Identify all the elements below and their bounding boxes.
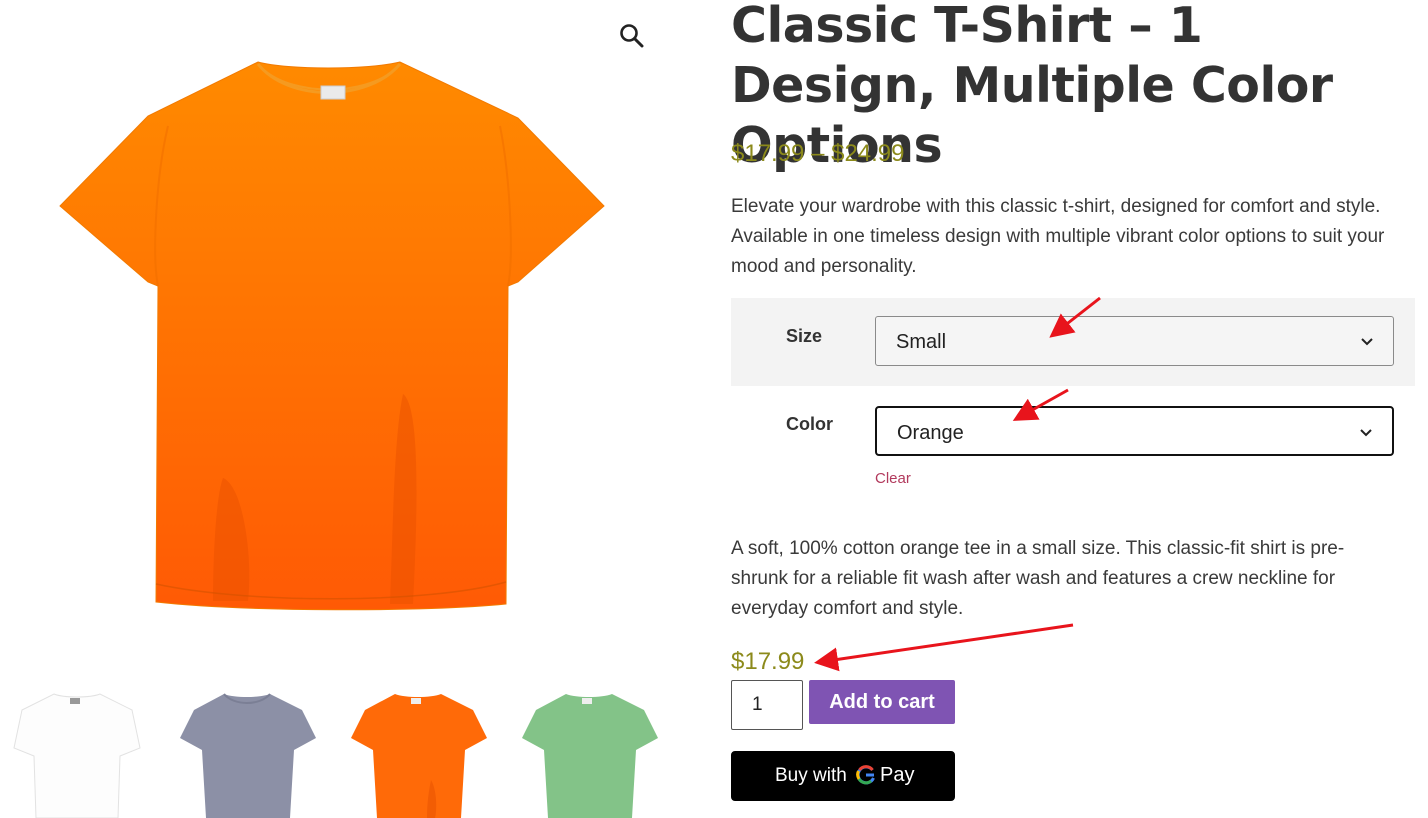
color-label: Color (786, 414, 833, 434)
thumbnail-gallery (0, 680, 690, 818)
price-range: $17.99 – $24.99 (731, 140, 905, 167)
thumbnail-white[interactable] (2, 690, 152, 818)
google-pay-button[interactable]: Buy with Pay (731, 751, 955, 801)
variation-price: $17.99 (731, 648, 805, 675)
zoom-icon[interactable] (618, 22, 646, 50)
annotation-arrow-price (814, 623, 1074, 672)
variations-form: Size Small Color Orange Clear (731, 298, 1415, 487)
google-g-icon (856, 765, 875, 785)
thumbnail-orange[interactable] (343, 690, 493, 818)
chevron-down-icon (1360, 429, 1372, 437)
size-select[interactable]: Small (875, 316, 1394, 366)
chevron-down-icon (1361, 338, 1373, 346)
color-row: Color Orange (731, 386, 1415, 474)
variation-description: A soft, 100% cotton orange tee in a smal… (731, 538, 1345, 619)
thumbnail-green[interactable] (514, 690, 664, 818)
quantity-input[interactable] (731, 680, 803, 730)
gpay-pay-text: Pay (880, 764, 915, 786)
thumbnail-gray[interactable] (172, 690, 322, 818)
main-product-image (59, 61, 605, 611)
add-to-cart-button[interactable]: Add to cart (809, 680, 955, 724)
gpay-buy-with-text: Buy with (775, 765, 847, 786)
color-selected-value: Orange (897, 422, 964, 444)
size-selected-value: Small (896, 331, 947, 353)
clear-variations-link[interactable]: Clear (875, 470, 911, 487)
size-label: Size (786, 326, 823, 346)
size-row: Size Small (731, 298, 1415, 386)
color-select[interactable]: Orange (875, 406, 1394, 456)
product-short-description: Elevate your wardrobe with this classic … (731, 196, 1385, 277)
